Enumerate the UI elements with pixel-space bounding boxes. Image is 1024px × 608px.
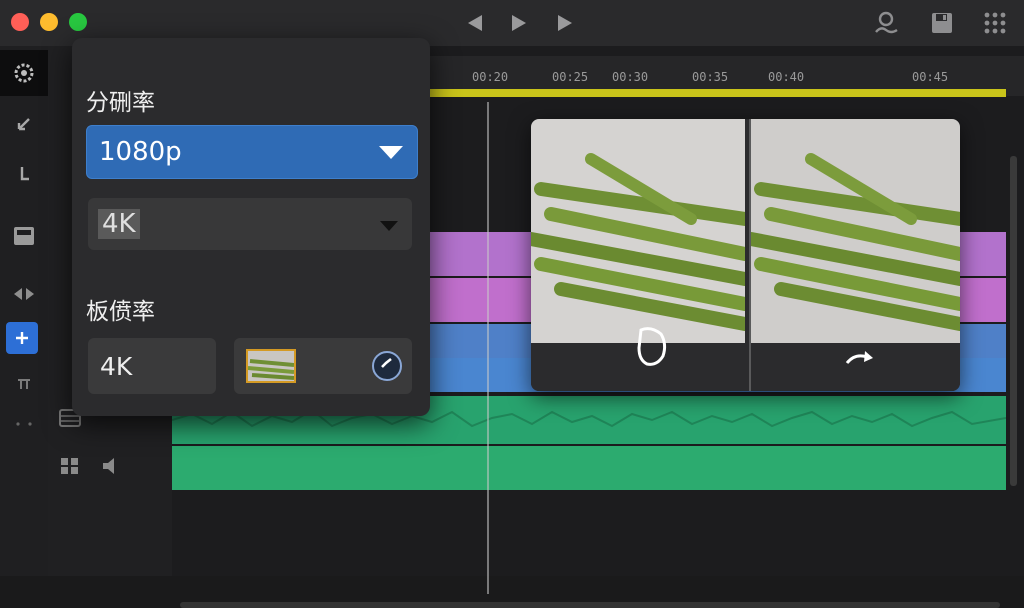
- grid-icon: [984, 12, 1006, 34]
- edit-check-button[interactable]: [372, 351, 402, 381]
- ruler-tick: 00:35: [692, 70, 729, 84]
- user-sign-icon: [875, 11, 898, 34]
- close-window-button[interactable]: [11, 13, 29, 31]
- audio-track-clip[interactable]: [172, 446, 1006, 490]
- blade-tool-button[interactable]: [6, 156, 42, 192]
- add-tool-button[interactable]: [6, 322, 38, 354]
- ruler-tick: 00:20: [472, 70, 509, 84]
- speaker-icon[interactable]: [100, 454, 124, 478]
- pointer-arrow-icon: [17, 118, 30, 131]
- secondary-resolution-dropdown[interactable]: 4K: [88, 198, 412, 250]
- preview-frame-before[interactable]: [531, 119, 752, 343]
- resolution-value: 1080p: [99, 137, 182, 167]
- preview-frame-after[interactable]: [744, 119, 960, 343]
- horizontal-scrollbar[interactable]: [180, 602, 1000, 608]
- grid-view-icon[interactable]: [58, 456, 82, 476]
- chevron-down-icon: [380, 221, 398, 231]
- resolution-label: 分硎率: [86, 90, 155, 116]
- framerate-field[interactable]: 4K: [88, 338, 216, 394]
- zoom-window-button[interactable]: [69, 13, 87, 31]
- trim-icon: [14, 288, 34, 300]
- redo-arrow-icon: [845, 351, 873, 364]
- inbox-icon: [14, 227, 34, 245]
- user-sign-button[interactable]: [872, 10, 902, 36]
- secondary-resolution-value: 4K: [98, 209, 140, 239]
- media-inbox-button[interactable]: [6, 218, 42, 254]
- play-icon: [512, 15, 526, 31]
- grid-menu-button[interactable]: [980, 10, 1010, 36]
- playhead[interactable]: [487, 102, 489, 594]
- framerate-value: 4K: [100, 351, 133, 381]
- pointer-tool-button[interactable]: [6, 108, 42, 144]
- minimize-window-button[interactable]: [40, 13, 58, 31]
- ruler-tick: 00:30: [612, 70, 649, 84]
- rewind-icon: [468, 15, 482, 31]
- trim-tool-button[interactable]: [6, 276, 42, 312]
- tool-sidebar: [0, 46, 49, 576]
- vertical-scrollbar[interactable]: [1010, 156, 1017, 486]
- hand-cursor-icon: [637, 327, 667, 366]
- save-icon: [932, 13, 952, 33]
- save-button[interactable]: [928, 10, 956, 36]
- settings-button[interactable]: [0, 50, 48, 96]
- gear-icon: [14, 63, 34, 83]
- play-button[interactable]: [506, 10, 532, 36]
- dots-icon: [16, 422, 32, 426]
- resolution-dropdown[interactable]: 1080p: [86, 125, 418, 179]
- split-tool-button[interactable]: [6, 366, 42, 402]
- clip-preview-popover[interactable]: [531, 119, 960, 391]
- asparagus-image: [744, 153, 960, 331]
- preview-controls: [531, 343, 960, 391]
- thumbnail-image[interactable]: [246, 349, 296, 383]
- add-icon: [16, 332, 28, 344]
- split-icon: [18, 379, 30, 389]
- check-icon: [381, 357, 392, 368]
- blade-icon: [20, 167, 29, 181]
- ruler-tick: 00:25: [552, 70, 589, 84]
- rewind-button[interactable]: [462, 10, 488, 36]
- ruler-tick: 00:40: [768, 70, 805, 84]
- forward-button[interactable]: [552, 10, 578, 36]
- more-tools-button[interactable]: [6, 406, 42, 442]
- chevron-down-icon: [379, 146, 403, 159]
- forward-icon: [558, 15, 572, 31]
- framerate-label: 板偾率: [86, 299, 155, 325]
- hand-cursor-button[interactable]: [633, 324, 669, 368]
- thumbnail-picker[interactable]: [234, 338, 412, 394]
- preview-split-divider[interactable]: [749, 119, 751, 391]
- export-settings-panel: 分硎率 1080p 4K 板偾率 4K: [72, 38, 430, 416]
- asparagus-image: [531, 153, 752, 331]
- redo-button[interactable]: [841, 345, 877, 373]
- ruler-tick: 00:45: [912, 70, 949, 84]
